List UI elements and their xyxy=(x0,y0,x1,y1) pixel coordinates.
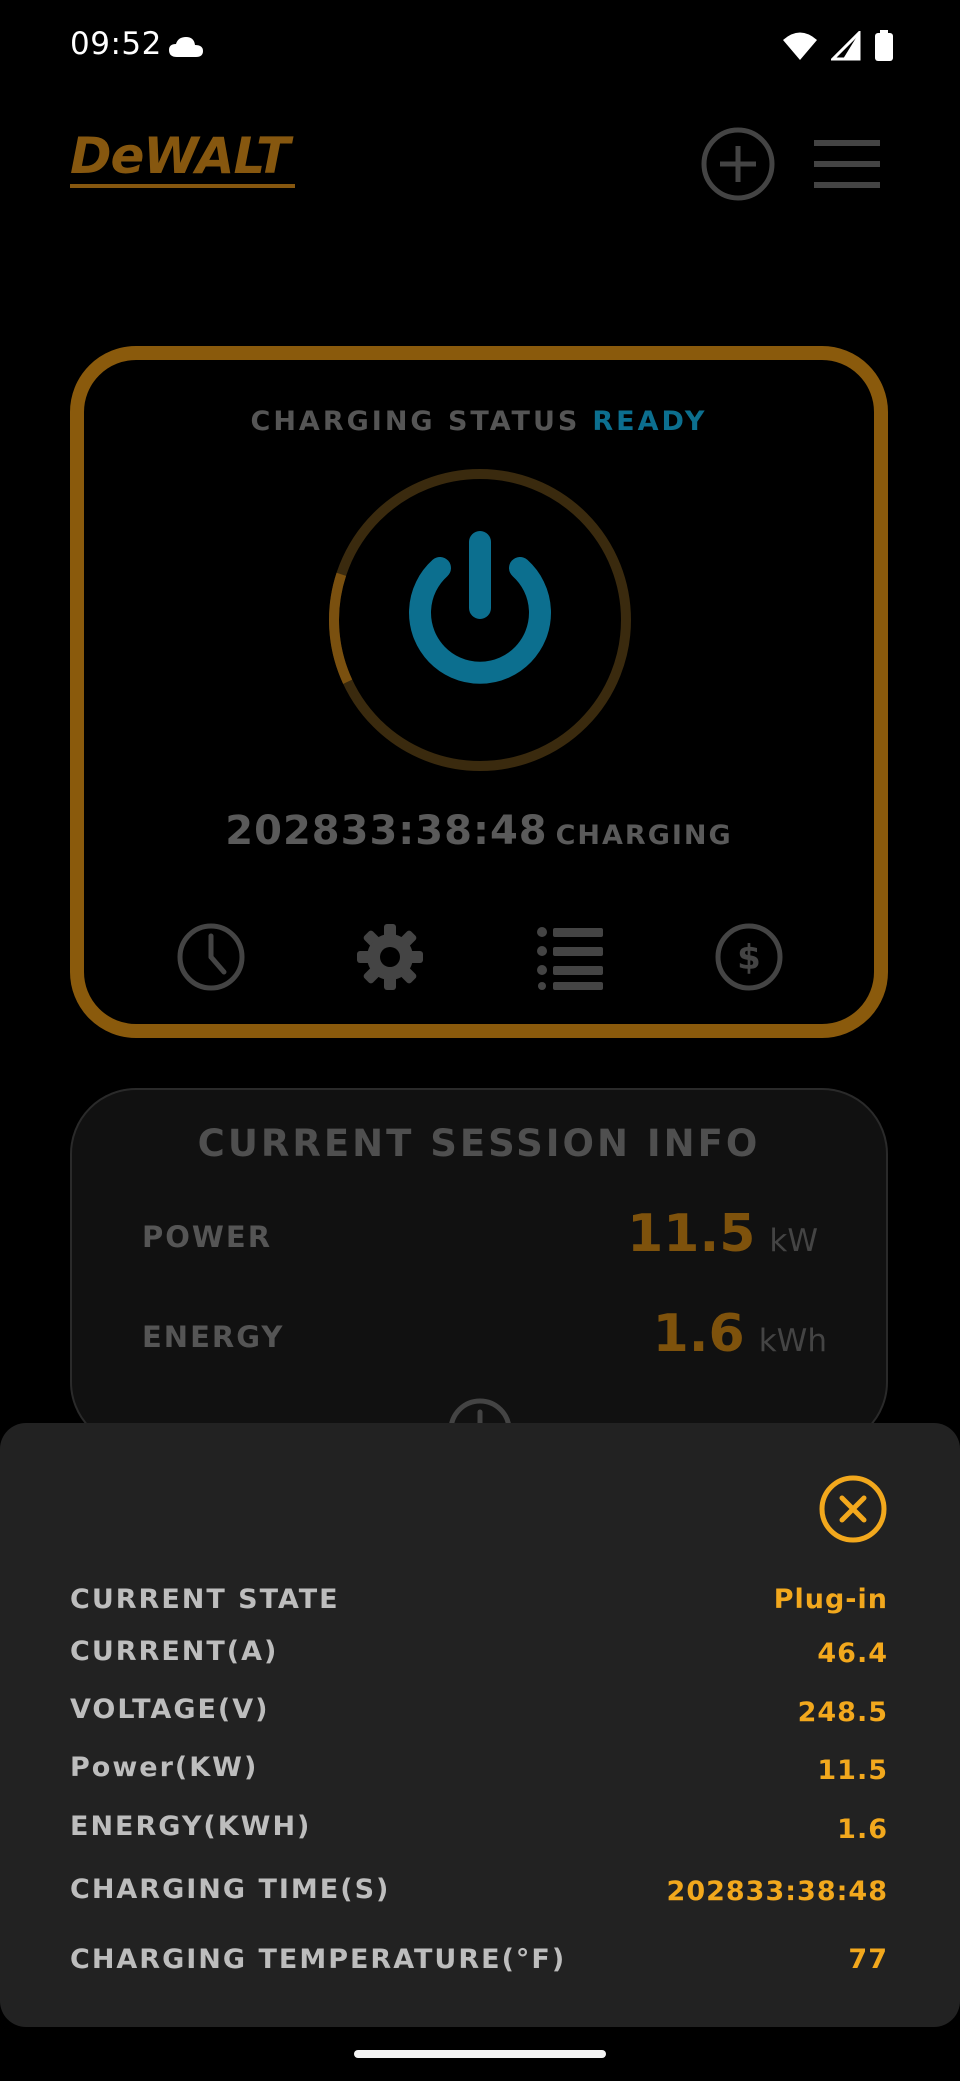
detail-label-voltage: VOLTAGE(V) xyxy=(70,1694,270,1725)
energy-unit: kWh xyxy=(758,1323,827,1359)
detail-value-charging-time: 202833:38:48 xyxy=(666,1876,888,1907)
close-icon[interactable] xyxy=(818,1474,888,1544)
home-indicator[interactable] xyxy=(354,2050,606,2058)
battery-icon xyxy=(875,30,893,61)
status-time: 09:52 xyxy=(70,26,162,62)
detail-label-current-state: CURRENT STATE xyxy=(70,1584,340,1615)
signal-icon xyxy=(830,31,861,61)
charging-status-title: CHARGING STATUS READY xyxy=(70,406,888,437)
session-info-title: CURRENT SESSION INFO xyxy=(197,1122,761,1165)
power-label: POWER xyxy=(142,1220,273,1254)
elapsed-charging-time: 202833:38:48 CHARGING xyxy=(70,808,888,854)
detail-label-energy: ENERGY(KWH) xyxy=(70,1811,312,1842)
detail-label-current: CURRENT(A) xyxy=(70,1636,279,1667)
detail-value-current: 46.4 xyxy=(817,1638,888,1669)
gear-icon[interactable] xyxy=(355,922,425,992)
detail-value-current-state: Plug-in xyxy=(773,1584,888,1615)
charging-status-value: READY xyxy=(592,406,708,437)
detail-label-charging-temperature: CHARGING TEMPERATURE(°F) xyxy=(70,1944,567,1975)
detail-value-voltage: 248.5 xyxy=(797,1697,888,1728)
power-button[interactable] xyxy=(328,468,632,772)
dewalt-logo: DeWALT xyxy=(70,128,320,192)
energy-number: 1.6 xyxy=(652,1304,745,1364)
power-unit: kW xyxy=(769,1223,818,1259)
list-icon[interactable] xyxy=(535,922,605,992)
detail-value-power: 11.5 xyxy=(817,1755,888,1786)
charging-status-label: CHARGING STATUS xyxy=(250,406,581,437)
detail-label-charging-time: CHARGING TIME(S) xyxy=(70,1874,391,1905)
power-number: 11.5 xyxy=(627,1204,756,1264)
energy-value: 1.6 kWh xyxy=(653,1304,827,1364)
add-circle-icon[interactable] xyxy=(700,126,776,202)
power-value: 11.5 kW xyxy=(627,1204,818,1264)
power-icon xyxy=(409,531,551,684)
cloud-icon xyxy=(169,37,203,57)
dollar-icon[interactable]: $ xyxy=(714,922,784,992)
detail-value-energy: 1.6 xyxy=(837,1814,888,1845)
system-icons xyxy=(774,30,894,64)
charging-state-text: CHARGING xyxy=(555,820,733,851)
clock-icon[interactable] xyxy=(176,922,246,992)
detail-value-charging-temperature: 77 xyxy=(848,1944,888,1975)
hamburger-menu-icon[interactable] xyxy=(812,136,882,192)
energy-label: ENERGY xyxy=(142,1320,285,1354)
detail-label-power: Power(KW) xyxy=(70,1752,259,1783)
elapsed-time: 202833:38:48 xyxy=(225,808,548,854)
svg-text:$: $ xyxy=(737,938,761,978)
wifi-icon xyxy=(782,32,817,60)
